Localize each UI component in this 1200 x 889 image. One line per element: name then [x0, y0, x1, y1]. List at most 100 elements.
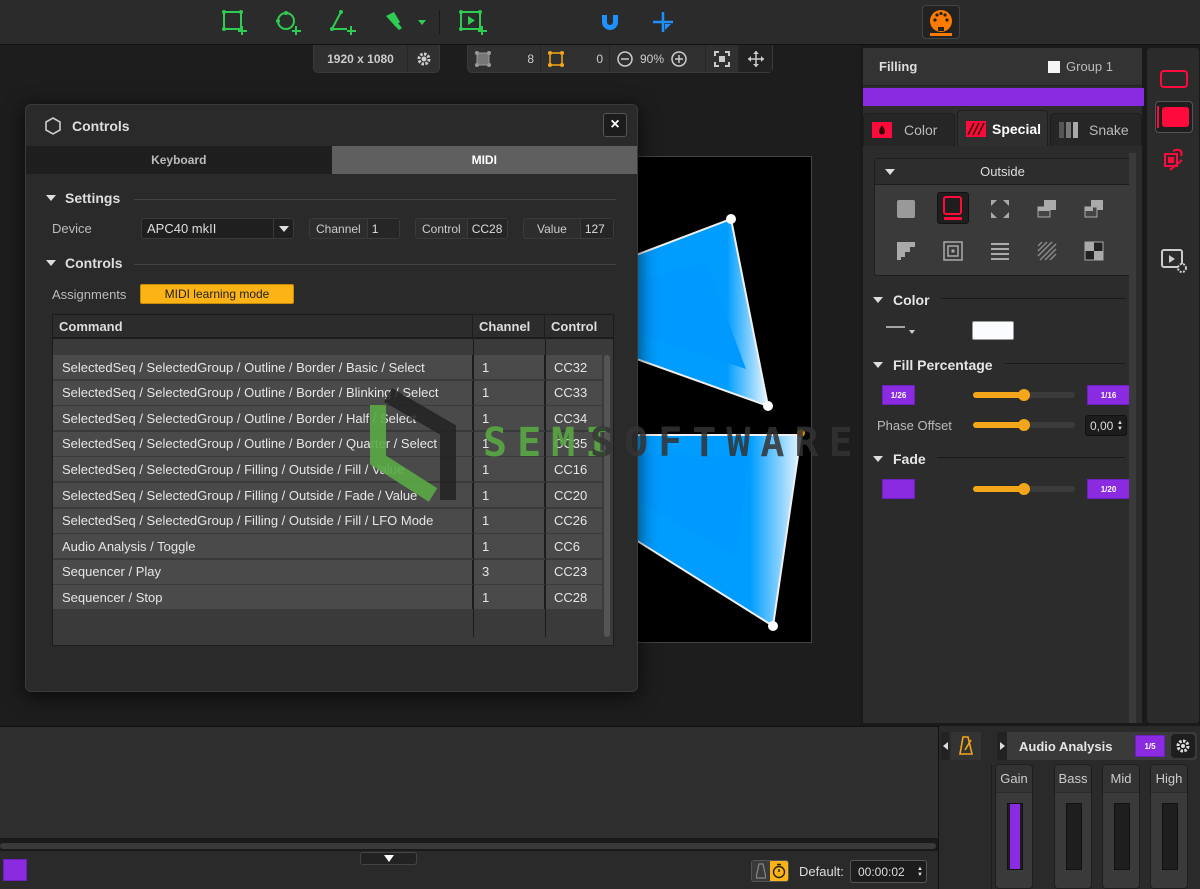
tab-midi[interactable]: MIDI [331, 146, 637, 174]
zoom-in-icon[interactable] [670, 50, 688, 68]
table-row[interactable]: SelectedSeq / SelectedGroup / Filling / … [53, 508, 602, 534]
controls-section-header[interactable]: Controls [46, 255, 123, 271]
fill-percentage-section-header[interactable]: Fill Percentage [873, 357, 993, 373]
audio-analysis-chip[interactable]: 1/5 [1135, 735, 1165, 757]
add-rectangle-button[interactable] [219, 8, 249, 36]
table-row[interactable]: SelectedSeq / SelectedGroup / Filling / … [53, 483, 602, 508]
table-row[interactable]: SelectedSeq / SelectedGroup / Outline / … [53, 380, 602, 406]
color-swatch[interactable] [972, 321, 1014, 340]
fade-right-chip[interactable]: 1/20 [1087, 479, 1130, 499]
vertex-handle[interactable] [768, 621, 778, 631]
mode-checker-button[interactable] [1078, 235, 1110, 267]
slider-knob[interactable] [1018, 419, 1030, 431]
table-row[interactable]: Audio Analysis / Toggle 1 CC6 [53, 534, 602, 560]
mode-outline-button[interactable] [937, 192, 969, 224]
settings-section-header[interactable]: Settings [46, 190, 120, 206]
zoom-out-icon[interactable] [616, 50, 634, 68]
table-row[interactable]: SelectedSeq / SelectedGroup / Filling / … [53, 457, 602, 483]
mode-lines-button[interactable] [984, 235, 1016, 267]
table-row[interactable]: Sequencer / Play 3 CC23 [53, 559, 602, 585]
mode-corners-button[interactable] [984, 193, 1016, 225]
level-meter[interactable] [1114, 803, 1130, 870]
stepper-arrows-icon[interactable]: ▲ ▼ [917, 866, 923, 878]
outside-header[interactable]: Outside [875, 159, 1130, 185]
channel-field[interactable]: Channel 1 [309, 218, 400, 239]
mode-diagonal-button[interactable] [1031, 235, 1063, 267]
outline-layer-button[interactable] [1155, 62, 1193, 96]
timing-mode-toggle[interactable] [751, 860, 789, 882]
mode-overlap-right-button[interactable] [1078, 193, 1110, 225]
timeline-scrollbar[interactable] [0, 843, 936, 849]
group-selector[interactable]: Group 1 [1048, 59, 1113, 74]
resolution-settings-button[interactable] [408, 51, 439, 67]
next-arrow-button[interactable] [997, 732, 1007, 760]
dialog-header[interactable]: Controls [26, 105, 637, 146]
vertex-handle[interactable] [763, 401, 773, 411]
filling-layer-button[interactable] [1155, 101, 1193, 133]
fade-left-chip[interactable] [882, 479, 915, 499]
prev-arrow-button[interactable] [941, 732, 949, 760]
fit-screen-button[interactable] [706, 45, 739, 72]
selected-vertex-handle[interactable] [797, 429, 805, 437]
fade-section-header[interactable]: Fade [873, 451, 926, 467]
panel-scrollbar[interactable] [1129, 153, 1136, 723]
column-header-command[interactable]: Command [53, 315, 473, 337]
mode-concentric-button[interactable] [937, 235, 969, 267]
fill-right-chip[interactable]: 1/16 [1087, 385, 1130, 405]
slider-knob[interactable] [1018, 483, 1030, 495]
add-triangle-button[interactable] [328, 8, 358, 36]
channel-value[interactable]: 1 [367, 219, 399, 238]
control-value[interactable]: CC28 [467, 219, 507, 238]
output-stage[interactable] [630, 156, 812, 643]
control-field[interactable]: Control CC28 [415, 218, 508, 239]
crosshair-button[interactable] [648, 8, 678, 36]
midi-learning-mode-button[interactable]: MIDI learning mode [140, 284, 294, 304]
color-section-header[interactable]: Color [873, 292, 930, 308]
default-duration-input[interactable]: 00:00:02 ▲ ▼ [850, 860, 927, 883]
level-meter[interactable] [1066, 803, 1082, 870]
fade-slider[interactable] [973, 483, 1075, 495]
column-header-control[interactable]: Control [545, 315, 613, 337]
sequence-color-chip[interactable] [3, 859, 27, 881]
line-style-dropdown[interactable] [885, 323, 919, 335]
table-row[interactable]: SelectedSeq / SelectedGroup / Outline / … [53, 355, 602, 380]
tab-color[interactable]: Color [863, 113, 955, 146]
phase-offset-input[interactable]: 0,00 ▲ ▼ [1085, 415, 1127, 436]
column-header-channel[interactable]: Channel [473, 315, 545, 337]
value-value[interactable]: 127 [580, 219, 613, 238]
magnet-snap-button[interactable] [595, 8, 625, 36]
vertex-handle[interactable] [726, 214, 736, 224]
table-row[interactable]: Sequencer / Stop 1 CC28 [53, 585, 602, 611]
collapse-timeline-button[interactable] [360, 852, 417, 865]
fill-slider[interactable] [973, 389, 1075, 401]
tab-special[interactable]: Special [957, 110, 1048, 146]
add-circle-button[interactable] [273, 8, 303, 36]
phase-offset-slider[interactable] [973, 419, 1075, 431]
level-meter[interactable] [1007, 803, 1023, 870]
stepper-arrows-icon[interactable]: ▲ ▼ [1117, 420, 1123, 432]
stopwatch-icon[interactable] [770, 861, 788, 881]
metronome-button[interactable] [951, 732, 981, 760]
close-button[interactable]: × [603, 113, 627, 137]
level-meter[interactable] [1162, 803, 1178, 870]
slider-knob[interactable] [1018, 389, 1030, 401]
pan-button[interactable] [739, 45, 772, 72]
table-row[interactable]: SelectedSeq / SelectedGroup / Outline / … [53, 431, 602, 457]
table-row[interactable]: SelectedSeq / SelectedGroup / Outline / … [53, 406, 602, 432]
mode-stairs-button[interactable] [890, 235, 922, 267]
timeline-area[interactable] [0, 726, 938, 838]
fill-left-chip[interactable]: 1/26 [882, 385, 915, 405]
effects-layer-button[interactable] [1155, 143, 1193, 177]
tab-keyboard[interactable]: Keyboard [26, 146, 332, 174]
table-scrollbar[interactable] [604, 355, 610, 637]
audio-settings-button[interactable] [1171, 734, 1195, 758]
value-field[interactable]: Value 127 [523, 218, 614, 239]
midi-controls-button[interactable] [922, 5, 960, 39]
media-settings-button[interactable] [1155, 244, 1193, 278]
device-select[interactable]: APC40 mkII [141, 218, 294, 239]
tab-snake[interactable]: Snake [1050, 113, 1142, 146]
metronome-icon[interactable] [752, 861, 770, 881]
add-media-button[interactable] [458, 8, 488, 36]
sequence-timeline-strip[interactable] [863, 88, 1144, 106]
mode-overlap-left-button[interactable] [1031, 193, 1063, 225]
